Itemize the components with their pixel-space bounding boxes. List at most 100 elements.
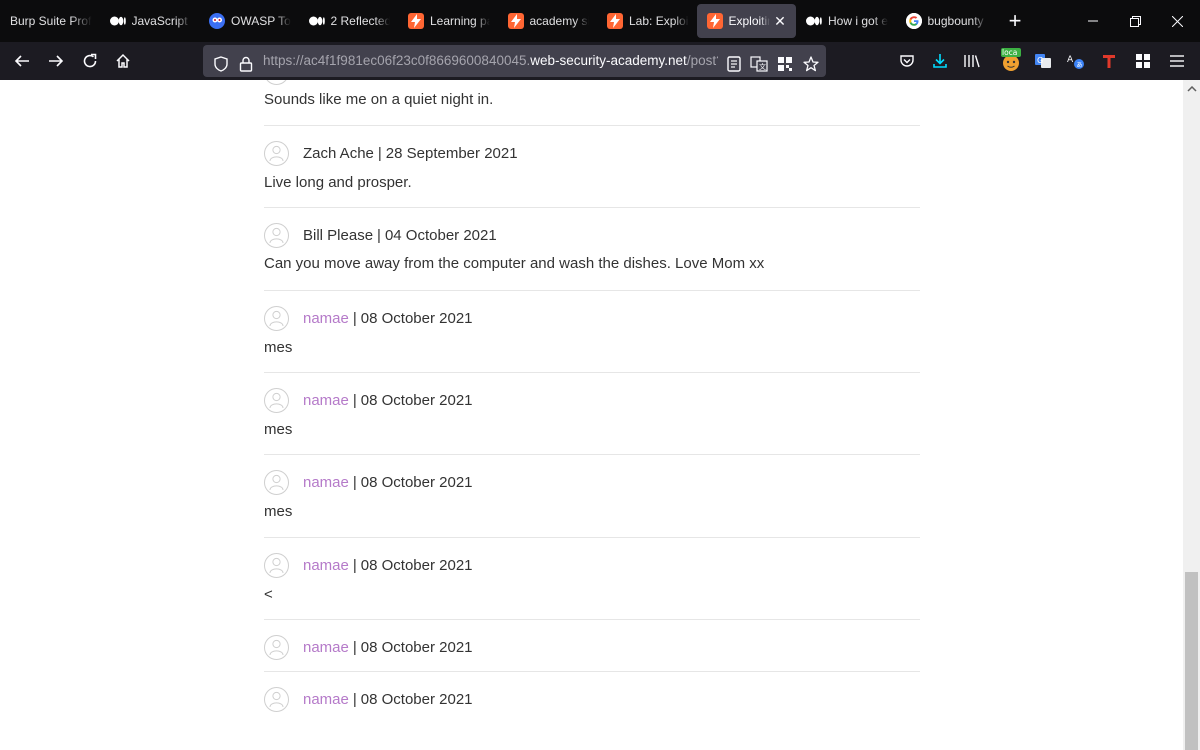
comment-date: 04 October 2021 [384, 226, 497, 244]
tab-bugbounty[interactable]: bugbounty [896, 0, 996, 42]
pocket-icon[interactable] [897, 51, 917, 71]
reload-button[interactable] [76, 47, 104, 75]
tab-how-i-got[interactable]: How i got e [796, 0, 896, 42]
home-button[interactable] [109, 47, 137, 75]
forward-button[interactable] [42, 47, 70, 75]
avatar-icon [264, 552, 289, 578]
reader-view-icon[interactable] [724, 54, 744, 74]
comment-author: Bill Please [303, 226, 374, 244]
comment-date: 08 October 2021 [360, 638, 473, 656]
close-tab-icon[interactable]: ✕ [772, 13, 788, 29]
comment-author-link[interactable]: namae [303, 392, 349, 409]
comment-separator: | [377, 226, 381, 244]
comment-body: Live long and prosper. [264, 174, 412, 191]
comment-item: namae | 08 October 2021 [264, 620, 920, 672]
google-icon [905, 13, 922, 29]
tab-learning-path[interactable]: Learning pa [398, 0, 498, 42]
comment-body: Sounds like me on a quiet night in. [264, 91, 494, 108]
lock-icon[interactable] [236, 54, 256, 74]
new-tab-button[interactable]: + [997, 0, 1033, 42]
scrollbar-thumb[interactable] [1185, 572, 1198, 750]
page-scrollbar[interactable] [1183, 80, 1200, 750]
comment-header: namae | 08 October 2021 [264, 550, 473, 580]
comment-item: namae | 08 October 2021 mes [264, 373, 920, 455]
svg-text:文: 文 [759, 62, 766, 71]
comment-author-link[interactable]: namae [303, 310, 349, 327]
comment-body: mes [264, 503, 293, 520]
tab-title: OWASP Top [231, 14, 291, 28]
tab-title: Learning pa [430, 14, 490, 28]
address-bar[interactable]: https://ac4f1f981ec06f23c0f8669600840045… [203, 45, 826, 77]
extension-badge-label: loca [1002, 48, 1018, 57]
url-subdomain: ac4f1f981ec06f23c0f8669600840045. [303, 53, 531, 68]
scroll-up-arrow-icon[interactable] [1183, 80, 1200, 97]
comment-item: namae | 08 October 2021 mes [264, 291, 920, 373]
comment-body: mes [264, 339, 293, 356]
restore-button[interactable] [1112, 0, 1158, 42]
tab-title: Burp Suite Profe [10, 14, 92, 28]
comment-item: Zach Ache | 28 September 2021 Live long … [264, 126, 920, 208]
tab-title: academy sit [529, 14, 590, 28]
avatar-icon [264, 686, 289, 712]
navigation-toolbar: https://ac4f1f981ec06f23c0f8669600840045… [0, 42, 1200, 80]
tab-owasp[interactable]: OWASP Top [199, 0, 299, 42]
translate-icon[interactable]: 文 [749, 54, 769, 74]
url-text[interactable]: https://ac4f1f981ec06f23c0f8669600840045… [263, 53, 718, 68]
comment-date: 08 October 2021 [360, 690, 473, 708]
comment-header: Bill Please | 04 October 2021 [264, 220, 497, 250]
avatar-icon [264, 140, 289, 166]
tab-title: 2 Reflected [330, 14, 391, 28]
comment-item: namae | 08 October 2021 [264, 672, 920, 732]
tab-reflected[interactable]: 2 Reflected [299, 0, 399, 42]
tab-exploiting-active[interactable]: Exploiting ✕ [696, 4, 796, 38]
burp-icon [507, 13, 524, 29]
comment-header: namae | 08 October 2021 [264, 385, 473, 415]
extensions-grid-icon[interactable] [1133, 51, 1153, 71]
tab-title: How i got e [828, 14, 888, 28]
comment-body: Can you move away from the computer and … [264, 255, 765, 272]
tab-title: Exploiting [728, 14, 771, 28]
svg-text:A: A [1067, 55, 1074, 65]
back-button[interactable] [8, 47, 36, 75]
shield-icon[interactable] [211, 54, 231, 74]
comment-item: Bill Please | 04 October 2021 Can you mo… [264, 208, 920, 291]
comment-body: mes [264, 421, 293, 438]
url-prefix: https:// [263, 53, 304, 68]
qr-code-icon[interactable] [775, 54, 795, 74]
comment-header: Zach Ache | 28 September 2021 [264, 138, 518, 168]
close-window-button[interactable] [1154, 0, 1200, 42]
comment-author-link[interactable]: namae [303, 474, 349, 491]
url-path: /post?po [686, 53, 718, 68]
tab-title: JavaScript a [131, 14, 192, 28]
downloads-icon[interactable] [930, 51, 950, 71]
comment-separator: | [352, 309, 357, 327]
comment-date: 28 September 2021 [385, 144, 518, 162]
comment-author: Zach Ache [303, 144, 374, 162]
tab-burp-suite[interactable]: Burp Suite Profe [0, 0, 100, 42]
comment-author-link[interactable]: namae [303, 557, 349, 574]
svg-text:あ: あ [1077, 62, 1083, 69]
t-extension-icon[interactable] [1099, 51, 1119, 71]
comment-separator: | [352, 556, 357, 574]
minimize-button[interactable] [1070, 0, 1116, 42]
comment-header: namae | 08 October 2021 [264, 467, 473, 497]
tab-academy-site[interactable]: academy sit [498, 0, 598, 42]
tab-javascript[interactable]: JavaScript a [100, 0, 200, 42]
svg-text:G: G [1037, 56, 1043, 65]
bookmark-star-icon[interactable] [801, 54, 821, 74]
burp-icon [607, 13, 623, 29]
comment-date: 08 October 2021 [360, 556, 473, 574]
library-icon[interactable] [962, 51, 982, 71]
google-translate-icon[interactable]: G [1033, 51, 1053, 71]
comment-author-link[interactable]: namae [303, 639, 349, 656]
avatar-icon [264, 222, 289, 248]
translator-extension-icon[interactable]: Aあ [1066, 51, 1086, 71]
comment-header: namae | 08 October 2021 [264, 684, 473, 714]
menu-hamburger-icon[interactable] [1167, 51, 1187, 71]
tab-lab-exploit[interactable]: Lab: Exploit [597, 0, 697, 42]
comment-separator: | [377, 144, 382, 162]
comment-author-link[interactable]: namae [303, 691, 349, 708]
comment-header: namae | 08 October 2021 [264, 632, 473, 662]
localhost-extension-icon[interactable]: loca [1000, 48, 1022, 72]
owasp-icon [209, 13, 225, 29]
